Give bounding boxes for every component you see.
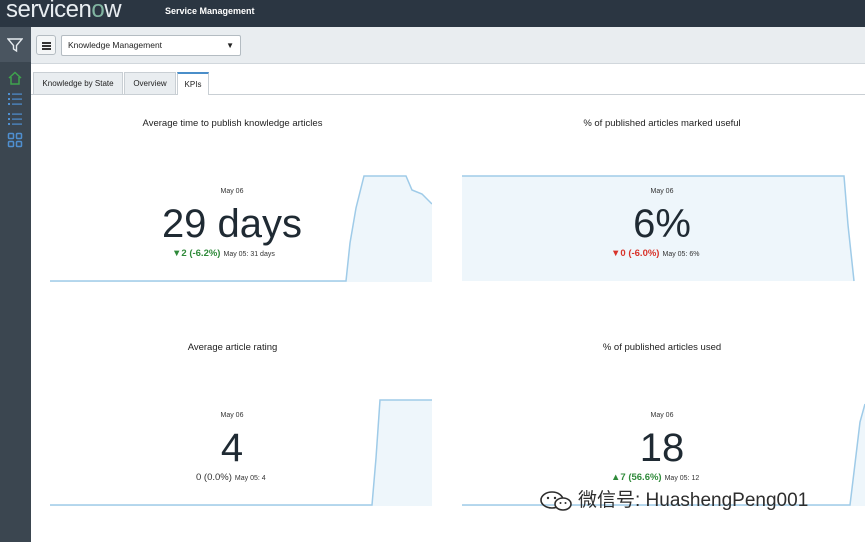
kpi-date: May 06: [220, 188, 244, 195]
tab-bar: Knowledge by State Overview KPIs: [31, 72, 865, 95]
kpi-value[interactable]: 18: [562, 426, 762, 470]
kpi-delta-value: ▲7 (56.6%): [611, 472, 662, 483]
kpi-value[interactable]: 4: [132, 426, 332, 470]
app-title: Service Management: [165, 6, 255, 16]
kpi-title: Average article rating: [187, 342, 278, 353]
wechat-icon: [540, 491, 572, 511]
kpi-value[interactable]: 6%: [562, 202, 762, 246]
home-icon[interactable]: [7, 70, 23, 86]
dashboard-select[interactable]: Knowledge Management ▼: [61, 35, 241, 56]
kpi-delta: 0 (0.0%) May 05: 4: [196, 472, 266, 483]
tab-kpis[interactable]: KPIs: [177, 72, 209, 95]
left-sidebar: [0, 27, 31, 542]
watermark-text: 微信号: HuashengPeng001: [578, 490, 809, 511]
menu-button[interactable]: [36, 35, 56, 55]
logo-text: servicenow: [6, 0, 122, 23]
top-header: servicenow Service Management: [0, 0, 865, 27]
chevron-down-icon: ▼: [226, 41, 234, 50]
kpi-title: Average time to publish knowledge articl…: [142, 118, 323, 129]
tab-overview[interactable]: Overview: [124, 72, 176, 94]
kpi-previous: May 05: 6%: [662, 251, 700, 258]
kpi-delta: ▼0 (-6.0%) May 05: 6%: [611, 248, 699, 259]
kpi-previous: May 05: 31 days: [223, 251, 275, 258]
list-icon[interactable]: [7, 91, 23, 107]
kpi-title: % of published articles used: [602, 342, 722, 353]
list-icon[interactable]: [7, 111, 23, 127]
kpi-delta-value: ▼0 (-6.0%): [611, 248, 660, 259]
kpi-date: May 06: [220, 412, 244, 419]
kpi-previous: May 05: 12: [664, 475, 700, 482]
kpi-delta-value: 0 (0.0%): [196, 472, 232, 483]
filter-icon[interactable]: [7, 37, 23, 53]
filter-navigator[interactable]: [0, 27, 31, 62]
dashboard-select-value: Knowledge Management: [68, 40, 163, 50]
kpi-previous: May 05: 4: [234, 475, 266, 482]
dashboard-toolbar: Knowledge Management ▼: [31, 27, 865, 64]
kpi-delta: ▲7 (56.6%) May 05: 12: [611, 472, 699, 483]
kpi-date: May 06: [650, 188, 674, 195]
kpi-title: % of published articles marked useful: [583, 118, 741, 129]
grid-icon[interactable]: [7, 132, 23, 148]
kpi-delta: ▼2 (-6.2%) May 05: 31 days: [172, 248, 275, 259]
kpi-delta-value: ▼2 (-6.2%): [172, 248, 221, 259]
kpi-value[interactable]: 29 days: [132, 202, 332, 246]
kpi-date: May 06: [650, 412, 674, 419]
tab-knowledge-by-state[interactable]: Knowledge by State: [33, 72, 123, 94]
servicenow-logo[interactable]: servicenow: [6, 0, 122, 23]
